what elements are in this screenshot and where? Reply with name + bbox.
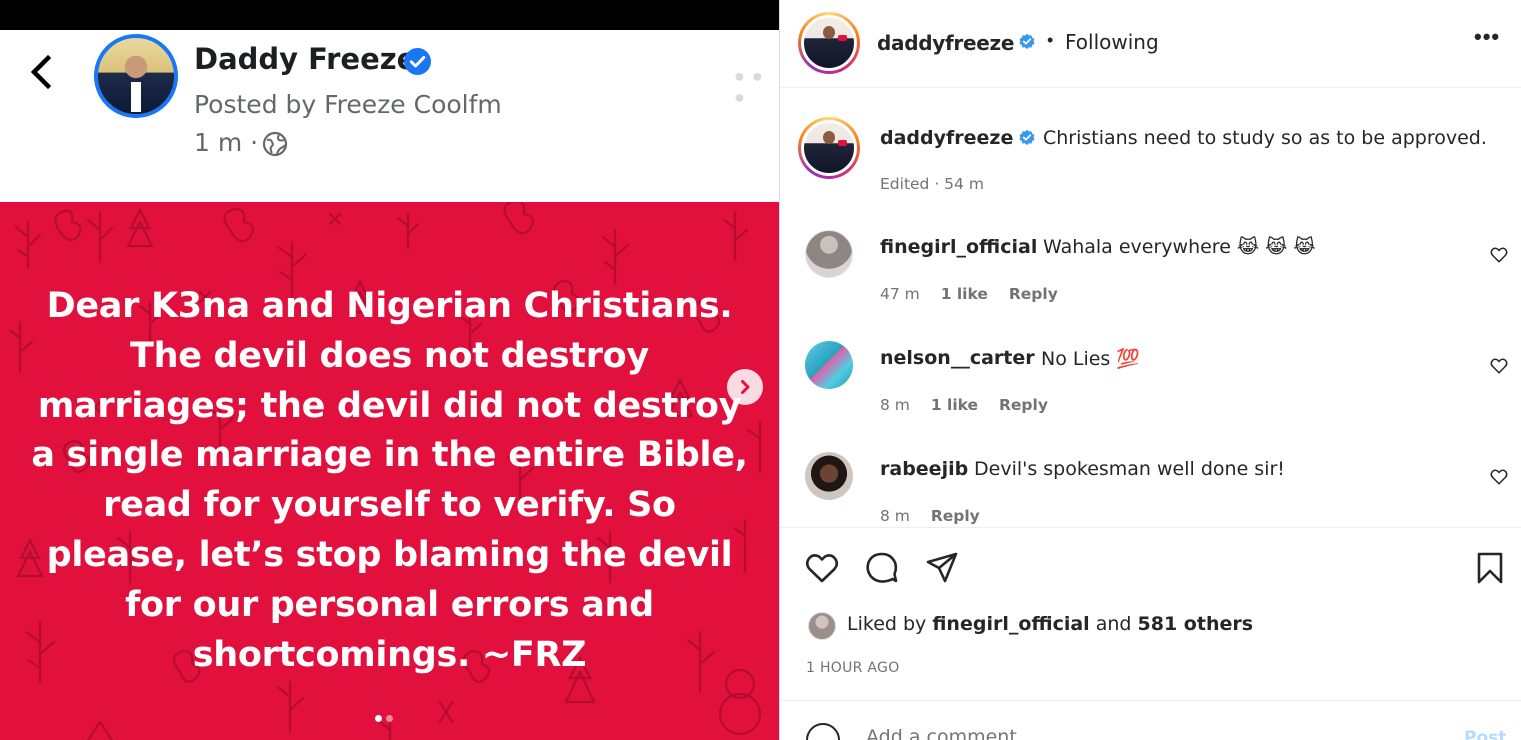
comment-reply-button[interactable]: Reply (931, 507, 980, 525)
liker-avatar[interactable] (808, 612, 836, 640)
comment-time: 47 m (880, 285, 920, 303)
back-arrow-icon (30, 54, 52, 90)
post-header: daddyfreeze • Following ••• (780, 0, 1521, 88)
facebook-author-name: Daddy Freeze (194, 42, 417, 76)
likes-text: Liked by finegirl_official and 581 other… (847, 613, 1253, 635)
carousel-dot-1 (375, 715, 382, 722)
comment-bubble-icon[interactable] (864, 550, 900, 586)
header-separator: • (1047, 30, 1054, 50)
comment-text: Devil's spokesman well done sir! (974, 458, 1285, 480)
save-bookmark-icon[interactable] (1472, 550, 1508, 586)
post-time-ago: 1 HOUR AGO (806, 660, 900, 676)
likes-prefix: Liked by (847, 613, 927, 635)
comment-time: 8 m (880, 396, 910, 414)
likes-others-link[interactable]: 581 others (1138, 613, 1254, 635)
media-top-bar (0, 0, 779, 30)
post-media: Daddy Freeze Posted by Freeze Coolfm 1 m… (0, 0, 779, 740)
caption-text: Christians need to study so as to be app… (1043, 127, 1487, 149)
commenter-username[interactable]: finegirl_official (880, 236, 1037, 258)
author-avatar[interactable] (798, 12, 860, 74)
commenter-avatar[interactable] (805, 341, 853, 389)
comment-reply-button[interactable]: Reply (999, 396, 1048, 414)
comment-likes[interactable]: 1 like (941, 285, 988, 303)
facebook-avatar (94, 34, 178, 118)
comment-text: No Lies 💯 (1041, 348, 1141, 370)
post-sidebar: daddyfreeze • Following ••• daddyfreeze … (779, 0, 1521, 740)
comment-time: 8 m (880, 507, 910, 525)
caption-author-avatar[interactable] (798, 117, 860, 179)
following-button[interactable]: Following (1065, 30, 1159, 54)
post-actions: Liked by finegirl_official and 581 other… (780, 527, 1521, 740)
comment-like-heart-icon[interactable] (1490, 246, 1508, 264)
comment-meta: 47 m 1 like Reply (880, 285, 1074, 303)
carousel-indicator (375, 715, 393, 722)
comment-text: Wahala everywhere 😹 😹 😹 (1043, 236, 1316, 258)
add-comment-bar: Post (780, 700, 1521, 740)
likes-middle: and (1095, 613, 1132, 635)
comment-like-heart-icon[interactable] (1490, 468, 1508, 486)
comment-meta: 8 m Reply (880, 507, 996, 525)
share-paper-plane-icon[interactable] (924, 550, 960, 586)
facebook-post-time: 1 m · (194, 128, 259, 157)
more-icon: ● ● ● (734, 66, 764, 107)
comment-meta: 8 m 1 like Reply (880, 396, 1064, 414)
post-text: Dear K3na and Nigerian Christians. The d… (31, 286, 748, 675)
comment-item: rabeejib 8 m Reply Devil's spokesman wel… (780, 452, 1521, 527)
verified-badge-icon (1019, 33, 1035, 50)
verified-badge-icon (404, 48, 431, 75)
facebook-posted-by: Posted by Freeze Coolfm (194, 90, 502, 119)
commenter-avatar[interactable] (805, 230, 853, 278)
add-comment-input[interactable] (866, 726, 1426, 740)
author-username[interactable]: daddyfreeze (877, 31, 1014, 55)
verified-badge-icon (1019, 129, 1035, 146)
commenter-username[interactable]: rabeejib (880, 458, 968, 480)
like-heart-icon[interactable] (804, 550, 840, 586)
post-image: Dear K3na and Nigerian Christians. The d… (0, 202, 779, 740)
carousel-next-button[interactable] (727, 369, 763, 405)
caption-meta: Edited · 54 m (880, 175, 984, 193)
liker-username[interactable]: finegirl_official (932, 613, 1089, 635)
globe-icon (262, 131, 288, 157)
comments-section[interactable]: daddyfreeze Christians need to study so … (780, 89, 1521, 527)
comment-likes[interactable]: 1 like (931, 396, 978, 414)
chevron-right-icon (741, 380, 750, 394)
more-options-icon[interactable]: ••• (1474, 24, 1500, 50)
commenter-username[interactable]: nelson__carter (880, 347, 1035, 369)
emoji-icon[interactable] (806, 723, 840, 740)
caption-username[interactable]: daddyfreeze (880, 127, 1013, 149)
comment-like-heart-icon[interactable] (1490, 357, 1508, 375)
comment-reply-button[interactable]: Reply (1009, 285, 1058, 303)
commenter-avatar[interactable] (805, 452, 853, 500)
comment-item: nelson__carter 8 m 1 like Reply No Lies … (780, 341, 1521, 441)
comment-item: finegirl_official Wahala everywhere 😹 😹 … (780, 230, 1521, 330)
carousel-dot-2 (386, 715, 393, 722)
post-comment-button[interactable]: Post (1464, 728, 1506, 740)
